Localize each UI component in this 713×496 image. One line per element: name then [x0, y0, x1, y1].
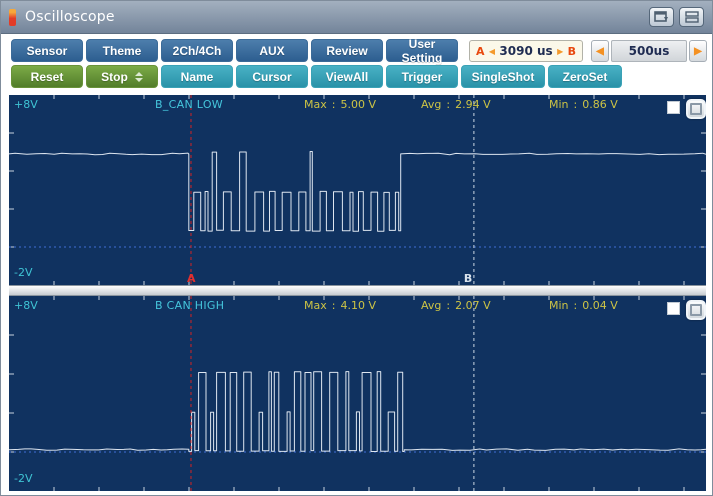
channel-2-waveform: [9, 296, 706, 491]
channel-2: +8V B CAN HIGH Max:4.10 VAvg:2.07 VMin:0…: [9, 296, 706, 491]
timing-controls: A ◀ 3090 us ▶ B ◀ 500us ▶: [469, 40, 707, 62]
ch2-measurements: Max:4.10 VAvg:2.07 VMin:0.04 V: [9, 299, 706, 313]
timebase-increase-button[interactable]: ▶: [689, 40, 707, 62]
meas-label: Max: [304, 98, 327, 111]
ch1-display-checkbox[interactable]: [667, 101, 680, 114]
meas-value: 5.00 V: [340, 98, 376, 111]
tile-windows-button[interactable]: [679, 7, 704, 27]
timebase-decrease-button[interactable]: ◀: [591, 40, 609, 62]
ch1-mode-toggle-button[interactable]: [686, 99, 706, 119]
meas-value: 2.94 V: [455, 98, 491, 111]
sensor-button[interactable]: Sensor: [11, 39, 83, 62]
meas-label: Avg: [421, 98, 441, 111]
left-arrow-icon: ◀: [596, 46, 604, 57]
meas-label: Max: [304, 299, 327, 312]
reset-button[interactable]: Reset: [11, 65, 83, 88]
meas-sep: :: [332, 98, 336, 111]
meas-value: 0.04 V: [582, 299, 618, 312]
cursor-a-marker[interactable]: A: [187, 272, 196, 285]
2ch-4ch-button[interactable]: 2Ch/4Ch: [161, 39, 233, 62]
meas-sep: :: [574, 299, 578, 312]
meas-sep: :: [574, 98, 578, 111]
ch2-bottom-voltage-label: -2V: [14, 472, 33, 485]
restore-window-button[interactable]: [649, 7, 674, 27]
min-readout: Min:0.04 V: [549, 299, 618, 312]
user-setting-button[interactable]: User Setting: [386, 39, 458, 62]
ch1-bottom-voltage-label: -2V: [14, 266, 33, 279]
cursor-a-arrow-icon: ◀: [489, 47, 495, 56]
meas-label: Min: [549, 299, 569, 312]
ab-time-readout: A ◀ 3090 us ▶ B: [469, 40, 583, 62]
cursor-button[interactable]: Cursor: [236, 65, 308, 88]
theme-button[interactable]: Theme: [86, 39, 158, 62]
oscilloscope-window: Oscilloscope SensorTheme2Ch/4ChAUXReview…: [0, 0, 713, 496]
channel-1: +8V B_CAN LOW Max:5.00 VAvg:2.94 VMin:0.…: [9, 95, 706, 285]
timebase-value: 500us: [611, 40, 687, 62]
scope-area: +8V B_CAN LOW Max:5.00 VAvg:2.94 VMin:0.…: [9, 95, 706, 491]
max-readout: Max:4.10 V: [304, 299, 376, 312]
aux-button[interactable]: AUX: [236, 39, 308, 62]
toolbar-row-1: SensorTheme2Ch/4ChAUXReviewUser Setting: [11, 39, 458, 62]
channel-1-waveform: [9, 95, 706, 285]
viewall-button[interactable]: ViewAll: [311, 65, 383, 88]
window-title: Oscilloscope: [25, 9, 115, 25]
meas-sep: :: [446, 299, 450, 312]
right-arrow-icon: ▶: [694, 46, 702, 57]
channel-divider[interactable]: [9, 285, 706, 296]
meas-value: 4.10 V: [340, 299, 376, 312]
zeroset-button[interactable]: ZeroSet: [548, 65, 622, 88]
max-readout: Max:5.00 V: [304, 98, 376, 111]
cursor-b-marker[interactable]: B: [464, 272, 472, 285]
meas-sep: :: [446, 98, 450, 111]
square-icon: [690, 103, 702, 115]
cursor-b-tag: B: [568, 45, 576, 58]
ch2-mode-toggle-button[interactable]: [686, 300, 706, 320]
singleshot-button[interactable]: SingleShot: [461, 65, 545, 88]
avg-readout: Avg:2.94 V: [421, 98, 491, 111]
stop-button[interactable]: Stop: [86, 65, 158, 88]
meas-value: 2.07 V: [455, 299, 491, 312]
ch1-measurements: Max:5.00 VAvg:2.94 VMin:0.86 V: [9, 98, 706, 112]
meas-label: Min: [549, 98, 569, 111]
ch2-display-checkbox[interactable]: [667, 302, 680, 315]
trigger-button[interactable]: Trigger: [386, 65, 458, 88]
cursor-a-tag: A: [476, 45, 485, 58]
restore-window-icon: [654, 11, 669, 23]
app-icon: [9, 9, 16, 26]
meas-label: Avg: [421, 299, 441, 312]
name-button[interactable]: Name: [161, 65, 233, 88]
min-readout: Min:0.86 V: [549, 98, 618, 111]
meas-sep: :: [332, 299, 336, 312]
toolbar-row-2: ResetStopNameCursorViewAllTriggerSingleS…: [11, 65, 622, 88]
review-button[interactable]: Review: [311, 39, 383, 62]
titlebar[interactable]: Oscilloscope: [1, 1, 712, 34]
window-controls: [649, 7, 704, 27]
stop-spinner-icon: [135, 72, 143, 82]
meas-value: 0.86 V: [582, 98, 618, 111]
square-icon: [690, 304, 702, 316]
cursor-b-arrow-icon: ▶: [557, 47, 563, 56]
tile-windows-icon: [685, 11, 699, 23]
ab-time-value: 3090 us: [499, 44, 552, 58]
avg-readout: Avg:2.07 V: [421, 299, 491, 312]
